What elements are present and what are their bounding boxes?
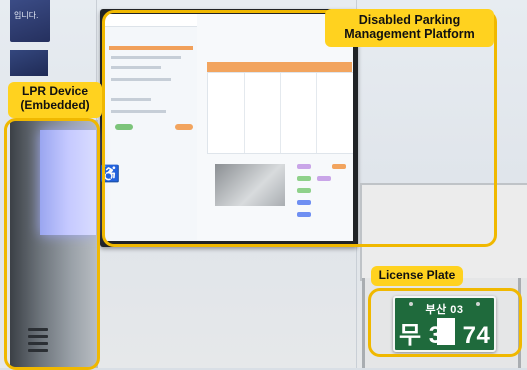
wall-poster: 입니다. xyxy=(10,0,50,42)
plate-callout: License Plate xyxy=(371,266,463,286)
platform-callout: Disabled Parking Management Platform xyxy=(325,9,494,47)
lpr-callout: LPR Device (Embedded) xyxy=(8,82,102,118)
poster-text: 입니다. xyxy=(14,11,39,20)
stand-leg xyxy=(362,278,365,368)
lpr-frame xyxy=(4,118,100,370)
wall-poster-secondary xyxy=(10,50,48,76)
plate-frame xyxy=(368,288,522,357)
